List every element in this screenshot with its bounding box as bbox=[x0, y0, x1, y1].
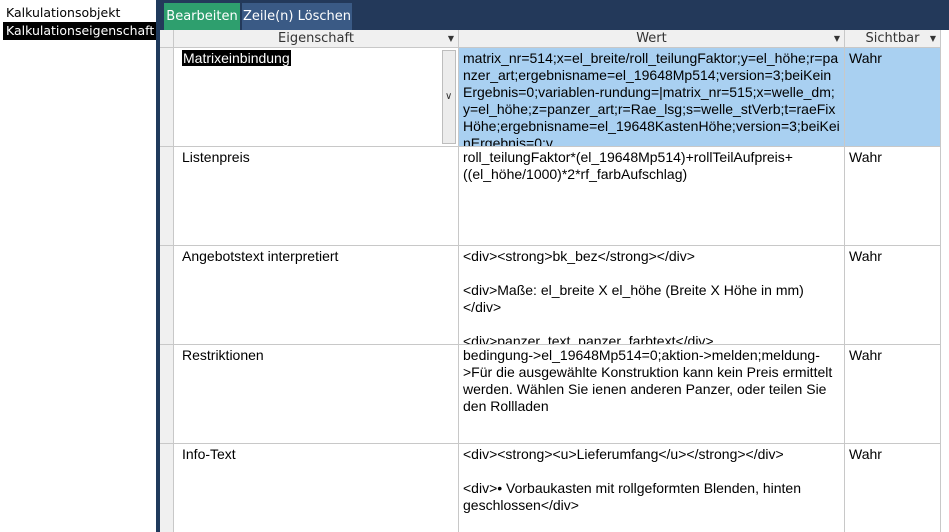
filter-dropdown-icon[interactable]: ▼ bbox=[834, 30, 840, 48]
left-navigation: Kalkulationsobjekt Kalkulationseigenscha… bbox=[0, 0, 158, 532]
column-header-eigenschaft[interactable]: Eigenschaft ▼ bbox=[174, 30, 459, 48]
column-header-wert[interactable]: Wert ▼ bbox=[459, 30, 845, 48]
row-selector[interactable] bbox=[160, 147, 174, 246]
row-selector[interactable] bbox=[160, 345, 174, 444]
value-cell[interactable]: <div><strong>bk_bez</strong></div> <div>… bbox=[459, 246, 845, 345]
row-selector[interactable] bbox=[160, 246, 174, 345]
value-cell[interactable]: roll_teilungFaktor*(el_19648Mp514)+rollT… bbox=[459, 147, 845, 246]
column-header-sichtbar[interactable]: Sichtbar ▼ bbox=[845, 30, 941, 48]
property-combo-cell[interactable]: Matrixeinbindung ∨ bbox=[174, 48, 459, 147]
column-header-label: Wert bbox=[636, 31, 667, 46]
visible-cell[interactable]: Wahr bbox=[845, 48, 941, 147]
filter-dropdown-icon[interactable]: ▼ bbox=[930, 30, 936, 48]
visible-cell[interactable]: Wahr bbox=[845, 345, 941, 444]
row-selector[interactable] bbox=[160, 48, 174, 147]
filter-dropdown-icon[interactable]: ▼ bbox=[448, 30, 454, 48]
delete-rows-button[interactable]: Zeile(n) Löschen bbox=[242, 3, 352, 30]
value-cell[interactable]: <div><strong><u>Lieferumfang</u></strong… bbox=[459, 444, 845, 532]
row-selector[interactable] bbox=[160, 444, 174, 532]
visible-cell[interactable]: Wahr bbox=[845, 147, 941, 246]
value-cell[interactable]: bedingung->el_19648Mp514=0;aktion->melde… bbox=[459, 345, 845, 444]
toolbar: Bearbeiten Zeile(n) Löschen bbox=[160, 0, 949, 30]
property-cell[interactable]: Restriktionen bbox=[174, 345, 459, 444]
column-header-label: Eigenschaft bbox=[278, 31, 354, 46]
property-cell[interactable]: Info-Text bbox=[174, 444, 459, 532]
value-cell[interactable]: matrix_nr=514;x=el_breite/roll_teilungFa… bbox=[459, 48, 845, 147]
nav-item-kalkulationseigenschaft[interactable]: Kalkulationseigenschaft bbox=[3, 22, 157, 40]
combo-dropdown-button[interactable]: ∨ bbox=[442, 50, 456, 144]
edit-button[interactable]: Bearbeiten bbox=[164, 3, 240, 30]
visible-cell[interactable]: Wahr bbox=[845, 246, 941, 345]
row-selector-header[interactable] bbox=[160, 30, 174, 48]
column-header-label: Sichtbar bbox=[865, 31, 920, 46]
visible-cell[interactable]: Wahr bbox=[845, 444, 941, 532]
properties-grid: Eigenschaft ▼ Wert ▼ Sichtbar ▼ Matrixei… bbox=[160, 30, 949, 532]
property-cell[interactable]: Angebotstext interpretiert bbox=[174, 246, 459, 345]
property-cell[interactable]: Listenpreis bbox=[174, 147, 459, 246]
nav-item-kalkulationsobjekt[interactable]: Kalkulationsobjekt bbox=[3, 4, 157, 22]
property-name: Matrixeinbindung bbox=[182, 50, 291, 66]
chevron-down-icon: ∨ bbox=[445, 91, 453, 102]
